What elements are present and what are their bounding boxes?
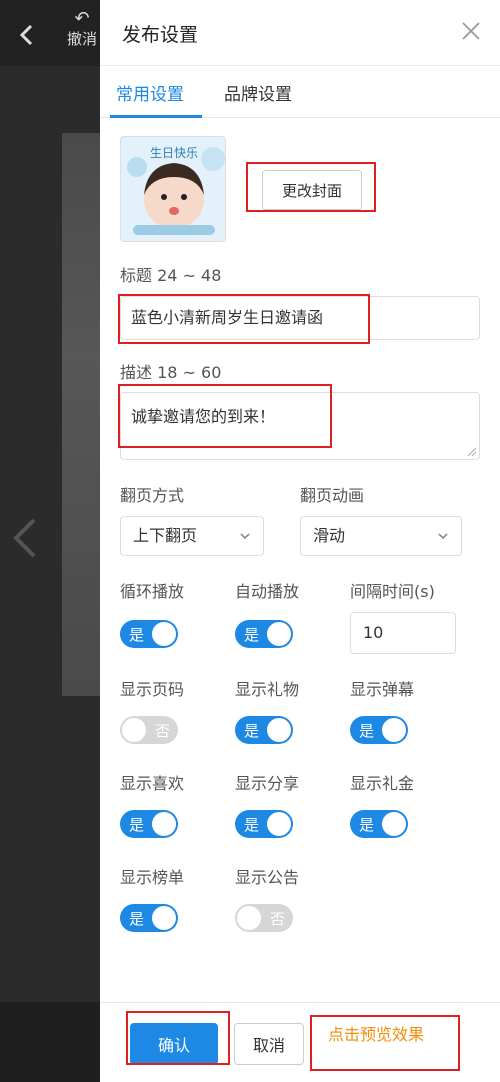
tab-common-settings[interactable]: 常用设置 <box>116 80 184 105</box>
page-turn-animation-label: 翻页动画 <box>300 486 365 505</box>
back-arrow-icon[interactable] <box>14 22 40 48</box>
active-tab-indicator <box>110 115 202 118</box>
cancel-button[interactable]: 取消 <box>234 1023 304 1065</box>
cover-banner-text: 生日快乐 <box>150 146 198 160</box>
page-turn-mode-value: 上下翻页 <box>133 526 198 545</box>
switch-text: 是 <box>244 626 260 644</box>
cover-image: 生日快乐 <box>121 137 225 241</box>
page-turn-animation-value: 滑动 <box>313 526 346 545</box>
change-cover-button[interactable]: 更改封面 <box>262 170 362 210</box>
switch-knob <box>152 812 176 836</box>
chevron-down-icon <box>438 533 448 540</box>
switch-text: 是 <box>359 816 375 834</box>
switch-text: 否 <box>269 910 285 928</box>
switch-knob <box>382 718 406 742</box>
prev-page-icon[interactable] <box>10 516 40 560</box>
show-ranking-label: 显示榜单 <box>120 868 185 887</box>
undo-label: 撤消 <box>66 30 97 48</box>
switch-knob <box>267 622 291 646</box>
switch-text: 是 <box>244 722 260 740</box>
page-turn-mode-label: 翻页方式 <box>120 486 185 505</box>
editor-canvas-edge <box>62 133 102 696</box>
show-cash-gift-switch[interactable]: 是 <box>350 810 408 838</box>
show-like-label: 显示喜欢 <box>120 774 185 793</box>
show-notice-label: 显示公告 <box>235 868 300 887</box>
chevron-down-icon <box>240 533 250 540</box>
show-cash-gift-label: 显示礼金 <box>350 774 415 793</box>
description-textarea[interactable]: 诚挚邀请您的到来！ <box>120 392 480 460</box>
switch-text: 是 <box>129 626 145 644</box>
show-page-number-switch[interactable]: 否 <box>120 716 178 744</box>
title-label: 标题 24 ~ 48 <box>120 266 222 285</box>
resize-grip-icon[interactable] <box>468 448 476 456</box>
switch-text: 是 <box>129 816 145 834</box>
show-danmaku-label: 显示弹幕 <box>350 680 415 699</box>
switch-text: 否 <box>154 722 170 740</box>
preview-effect-link[interactable]: 点击预览效果 <box>328 1021 424 1045</box>
settings-tabs: 常用设置 品牌设置 <box>100 66 500 118</box>
interval-label: 间隔时间(s) <box>350 582 435 601</box>
switch-knob <box>122 718 146 742</box>
show-page-number-label: 显示页码 <box>120 680 185 699</box>
switch-knob <box>267 718 291 742</box>
tab-brand-settings[interactable]: 品牌设置 <box>224 80 292 105</box>
show-share-label: 显示分享 <box>235 774 300 793</box>
publish-settings-panel: 发布设置 常用设置 品牌设置 生日快乐 更改封面 标题 24 ~ 48 蓝色小清… <box>100 0 500 1082</box>
title-input[interactable]: 蓝色小清新周岁生日邀请函 <box>120 296 480 340</box>
switch-knob <box>152 622 176 646</box>
show-ranking-switch[interactable]: 是 <box>120 904 178 932</box>
loop-play-label: 循环播放 <box>120 582 185 601</box>
show-gift-switch[interactable]: 是 <box>235 716 293 744</box>
panel-footer: 确认 取消 点击预览效果 <box>100 1002 500 1082</box>
undo-button[interactable]: ↶ 撤消 <box>62 10 102 49</box>
cover-thumbnail[interactable]: 生日快乐 <box>120 136 226 242</box>
close-icon[interactable] <box>460 20 482 42</box>
loop-play-switch[interactable]: 是 <box>120 620 178 648</box>
show-share-switch[interactable]: 是 <box>235 810 293 838</box>
show-like-switch[interactable]: 是 <box>120 810 178 838</box>
auto-play-label: 自动播放 <box>235 582 300 601</box>
description-text: 诚挚邀请您的到来！ <box>131 407 276 426</box>
page-turn-mode-select[interactable]: 上下翻页 <box>120 516 264 556</box>
interval-input[interactable]: 10 <box>350 612 456 654</box>
show-gift-label: 显示礼物 <box>235 680 300 699</box>
auto-play-switch[interactable]: 是 <box>235 620 293 648</box>
show-notice-switch[interactable]: 否 <box>235 904 293 932</box>
switch-text: 是 <box>129 910 145 928</box>
description-label: 描述 18 ~ 60 <box>120 363 222 382</box>
switch-knob <box>267 812 291 836</box>
switch-text: 是 <box>244 816 260 834</box>
switch-text: 是 <box>359 722 375 740</box>
switch-knob <box>237 906 261 930</box>
switch-knob <box>382 812 406 836</box>
confirm-button[interactable]: 确认 <box>130 1023 218 1065</box>
page-turn-animation-select[interactable]: 滑动 <box>300 516 462 556</box>
panel-header: 发布设置 <box>100 0 500 66</box>
undo-icon: ↶ <box>74 8 90 29</box>
panel-title: 发布设置 <box>122 24 199 46</box>
show-danmaku-switch[interactable]: 是 <box>350 716 408 744</box>
switch-knob <box>152 906 176 930</box>
